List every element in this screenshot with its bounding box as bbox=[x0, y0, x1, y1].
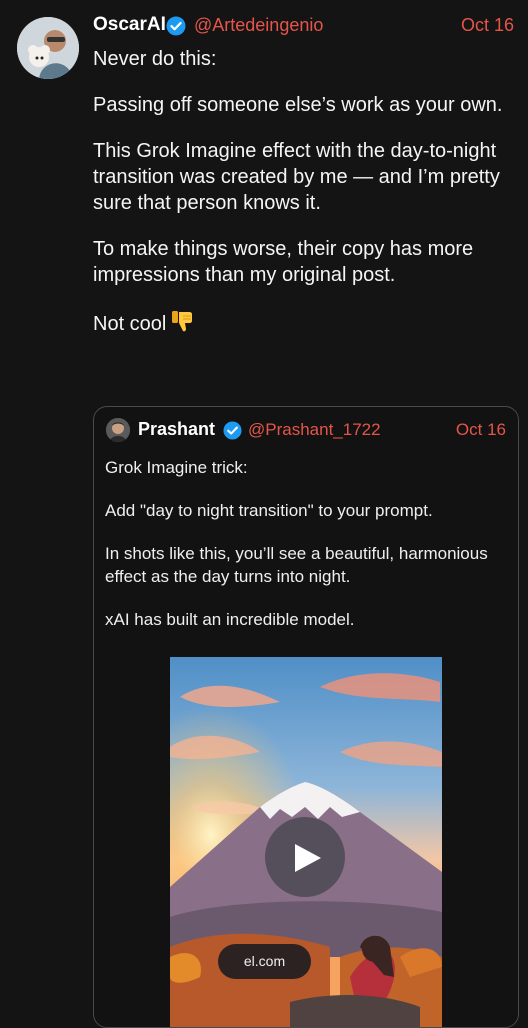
author-name[interactable]: OscarAI bbox=[93, 14, 166, 36]
tweet-header: OscarAI @Artedeingenio Oct 16 bbox=[93, 14, 514, 40]
verified-badge-icon bbox=[166, 16, 186, 36]
quoted-author-avatar[interactable] bbox=[106, 418, 130, 442]
tweet-text: Never do this: Passing off someone else’… bbox=[93, 46, 513, 361]
quoted-paragraph: Grok Imagine trick: bbox=[105, 458, 248, 477]
quoted-author-handle[interactable]: @Prashant_1722 bbox=[248, 420, 381, 440]
quoted-author-name[interactable]: Prashant bbox=[138, 419, 215, 440]
play-icon bbox=[295, 844, 321, 872]
tweet-paragraph: Passing off someone else’s work as your … bbox=[93, 94, 503, 116]
tweet-paragraph: Never do this: bbox=[93, 48, 217, 70]
quoted-paragraph: In shots like this, you’ll see a beautif… bbox=[105, 544, 488, 586]
quoted-paragraph: xAI has built an incredible model. bbox=[105, 610, 355, 629]
author-avatar[interactable] bbox=[17, 17, 79, 79]
quoted-date[interactable]: Oct 16 bbox=[456, 420, 506, 440]
tweet: OscarAI @Artedeingenio Oct 16 Never do t… bbox=[0, 0, 528, 1028]
video-thumbnail[interactable]: el.com bbox=[170, 657, 442, 1027]
source-url-pill[interactable]: el.com bbox=[218, 944, 311, 979]
tweet-paragraph: This Grok Imagine effect with the day-to… bbox=[93, 140, 500, 214]
tweet-paragraph: To make things worse, their copy has mor… bbox=[93, 238, 474, 286]
tweet-date[interactable]: Oct 16 bbox=[461, 15, 514, 36]
author-handle[interactable]: @Artedeingenio bbox=[194, 15, 323, 36]
quoted-paragraph: Add "day to night transition" to your pr… bbox=[105, 501, 433, 520]
verified-badge-icon bbox=[223, 421, 242, 440]
tweet-closing: Not cool bbox=[93, 308, 513, 341]
closing-text: Not cool bbox=[93, 312, 167, 335]
quoted-tweet[interactable]: Prashant @Prashant_1722 Oct 16 Grok Imag… bbox=[93, 406, 519, 1028]
thumbs-down-icon bbox=[170, 308, 196, 341]
play-button[interactable] bbox=[265, 817, 345, 897]
quoted-text: Grok Imagine trick: Add "day to night tr… bbox=[105, 456, 505, 651]
